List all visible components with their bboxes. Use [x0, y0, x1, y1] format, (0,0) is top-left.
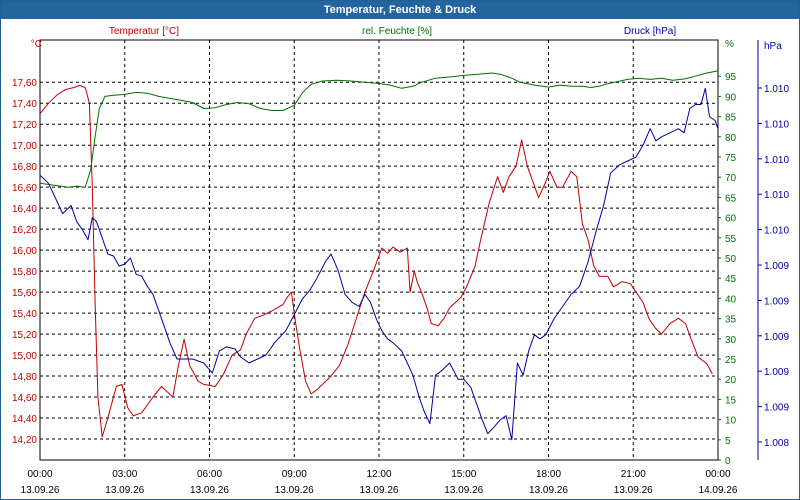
- humidity-tick-label: 0: [725, 456, 731, 467]
- x-tick-label-date: 13.09.26: [190, 485, 229, 496]
- humidity-tick-label: 35: [725, 315, 737, 326]
- temperature-tick-label: 15,40: [12, 309, 37, 320]
- pressure-tick-label: 1.010: [764, 119, 789, 130]
- temperature-unit-label: °C: [31, 39, 42, 50]
- temperature-tick-label: 15,00: [12, 351, 37, 362]
- x-tick-label-date: 13.09.26: [360, 485, 399, 496]
- pressure-tick-label: 1.010: [764, 155, 789, 166]
- humidity-unit-label: %: [725, 39, 734, 50]
- x-tick-label-time: 06:00: [197, 469, 222, 480]
- humidity-tick-label: 45: [725, 274, 737, 285]
- x-tick-label-date: 13.09.26: [21, 485, 60, 496]
- temperature-tick-label: 15,60: [12, 288, 37, 299]
- humidity-tick-label: 90: [725, 92, 737, 103]
- temperature-tick-label: 17,00: [12, 141, 37, 152]
- temperature-line: [39, 84, 713, 438]
- pressure-tick-label: 1.010: [764, 190, 789, 201]
- temperature-tick-label: 16,80: [12, 162, 37, 173]
- grid: [39, 39, 719, 461]
- x-tick-label-date: 13.09.26: [444, 485, 483, 496]
- temperature-tick-label: 16,60: [12, 183, 37, 194]
- x-tick-label-date: 13.09.26: [105, 485, 144, 496]
- temperature-tick-label: 14,80: [12, 372, 37, 383]
- humidity-tick-label: 5: [725, 436, 731, 447]
- temperature-tick-label: 16,20: [12, 225, 37, 236]
- humidity-tick-label: 50: [725, 254, 737, 265]
- humidity-tick-label: 70: [725, 173, 737, 184]
- humidity-tick-label: 25: [725, 355, 737, 366]
- temperature-tick-label: 17,20: [12, 120, 37, 131]
- x-tick-label-time: 03:00: [112, 469, 137, 480]
- temperature-tick-label: 17,40: [12, 99, 37, 110]
- temperature-tick-label: 14,40: [12, 414, 37, 425]
- temperature-tick-label: 15,20: [12, 330, 37, 341]
- temperature-tick-label: 14,60: [12, 393, 37, 404]
- x-tick-label-time: 00:00: [27, 469, 52, 480]
- temperature-axis-title: Temperatur [°C]: [109, 26, 179, 37]
- humidity-tick-label: 60: [725, 214, 737, 225]
- humidity-tick-label: 20: [725, 375, 737, 386]
- x-tick-label-time: 15:00: [451, 469, 476, 480]
- humidity-tick-label: 10: [725, 416, 737, 427]
- humidity-tick-label: 30: [725, 335, 737, 346]
- pressure-tick-label: 1.010: [764, 226, 789, 237]
- pressure-tick-label: 1.008: [764, 438, 789, 449]
- x-tick-label-date: 14.09.26: [699, 485, 738, 496]
- pressure-tick-label: 1.009: [764, 367, 789, 378]
- temperature-tick-label: 16,40: [12, 204, 37, 215]
- humidity-tick-label: 55: [725, 234, 737, 245]
- humidity-axis-title: rel. Feuchte [%]: [362, 26, 432, 37]
- humidity-tick-label: 85: [725, 113, 737, 124]
- x-tick-label-time: 21:00: [621, 469, 646, 480]
- humidity-tick-label: 40: [725, 294, 737, 305]
- humidity-tick-label: 15: [725, 395, 737, 406]
- x-tick-label-time: 00:00: [705, 469, 730, 480]
- x-tick-label-time: 18:00: [536, 469, 561, 480]
- x-tick-label-date: 13.09.26: [529, 485, 568, 496]
- pressure-tick-label: 1.009: [764, 332, 789, 343]
- temperature-tick-label: 14,20: [12, 435, 37, 446]
- pressure-tick-label: 1.009: [764, 261, 789, 272]
- humidity-tick-label: 75: [725, 153, 737, 164]
- temperature-tick-label: 15,80: [12, 267, 37, 278]
- temperature-tick-label: 17,60: [12, 78, 37, 89]
- pressure-tick-label: 1.009: [764, 296, 789, 307]
- pressure-tick-label: 1.010: [764, 84, 789, 95]
- pressure-tick-label: 1.009: [764, 403, 789, 414]
- chart-canvas: 00:00 13.09.26 03:00 13.09.26 06:00 13.09.26 0…: [12, 26, 789, 496]
- humidity-tick-label: 65: [725, 193, 737, 204]
- axes: 00:00 13.09.26 03:00 13.09.26 06:00 13.09.26 0…: [12, 40, 789, 496]
- temperature-tick-label: 16,00: [12, 246, 37, 257]
- x-tick-label-time: 12:00: [366, 469, 391, 480]
- pressure-unit-label: hPa: [764, 41, 782, 52]
- x-tick-label-date: 13.09.26: [275, 485, 314, 496]
- x-tick-label-date: 13.09.26: [614, 485, 653, 496]
- humidity-tick-label: 95: [725, 72, 737, 83]
- x-tick-label-time: 09:00: [282, 469, 307, 480]
- humidity-tick-label: 80: [725, 133, 737, 144]
- pressure-axis-title: Druck [hPa]: [624, 26, 676, 37]
